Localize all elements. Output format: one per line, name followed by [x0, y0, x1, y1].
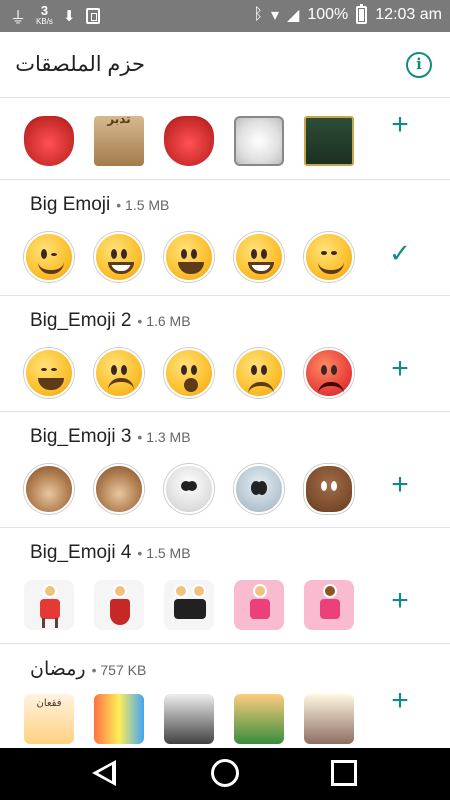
pack-name: Big_Emoji 2 [30, 310, 132, 331]
recents-icon[interactable] [331, 760, 357, 786]
add-pack-button[interactable]: + [386, 586, 414, 616]
sticker-anxious-face [94, 348, 144, 398]
sticker-pack-1[interactable]: تدبر + [0, 98, 450, 180]
sticker-scream-face [164, 348, 214, 398]
sticker-grinning-face [234, 232, 284, 282]
sticker-dancer [94, 580, 144, 630]
home-icon[interactable] [211, 759, 239, 787]
add-pack-button[interactable]: + [386, 686, 414, 716]
pack-size: 1.5 MB [116, 197, 169, 213]
sticker-see-no-evil-monkey [24, 464, 74, 514]
pack-name: Big_Emoji 3 [30, 426, 132, 447]
pack-size: 1.5 MB [137, 545, 190, 561]
pack-size: 757 KB [92, 662, 146, 678]
pack-name: Big Emoji [30, 194, 111, 215]
clock: 12:03 am [375, 6, 442, 23]
sticker-person-ok-gesture [234, 580, 284, 630]
battery-icon [356, 4, 368, 24]
storage-icon [85, 8, 100, 24]
battery-percent: 100% [307, 6, 349, 23]
signal-icon: ◢ [287, 7, 300, 24]
pack-added-check-icon[interactable]: ✓ [386, 240, 414, 268]
app-bar: حزم الملصقات i [0, 32, 450, 98]
sticker-pack-2[interactable]: Big Emoji 1.5 MB ✓ [0, 180, 450, 296]
sticker-quran [304, 116, 354, 166]
sticker-calligraphy [234, 116, 284, 166]
sticker-family [164, 694, 214, 744]
sticker-skull [164, 464, 214, 514]
sticker-tired-face [24, 348, 74, 398]
sticker-pack-5[interactable]: Big_Emoji 4 1.5 MB + [0, 528, 450, 644]
status-bar: ⏚ 3 KB/s ⬇ ᛒ ▾ ◢ 100% 12:03 am [0, 0, 450, 32]
network-speed: 3 KB/s [36, 3, 53, 26]
sticker-pouting-face [304, 348, 354, 398]
back-icon[interactable] [92, 760, 116, 786]
pack-name: رمضان [30, 659, 86, 680]
sticker-pack-4[interactable]: Big_Emoji 3 1.3 MB + [0, 412, 450, 528]
sticker-heart [164, 116, 214, 166]
sticker-ramadan-text: فقعان [24, 694, 74, 744]
download-icon: ⬇ [62, 8, 76, 25]
sticker-wink-face [24, 232, 74, 282]
sticker-alien [234, 464, 284, 514]
sticker-greeting-card [304, 694, 354, 744]
sticker-person-no-gesture [304, 580, 354, 630]
sticker-grin-face [94, 232, 144, 282]
info-icon[interactable]: i [406, 52, 432, 78]
pack-size: 1.3 MB [137, 429, 190, 445]
sticker-angry-face [234, 348, 284, 398]
sticker-candies [94, 694, 144, 744]
sticker-heart [24, 116, 74, 166]
navigation-bar [0, 748, 450, 800]
pack-name: Big_Emoji 4 [30, 542, 132, 563]
sticker-smiley-face [164, 232, 214, 282]
add-pack-button[interactable]: + [386, 354, 414, 384]
wifi-icon: ▾ [271, 7, 280, 24]
sticker-bunny-dancers [164, 580, 214, 630]
sticker-pack-6[interactable]: رمضان 757 KB فقعان + [0, 644, 450, 748]
add-pack-button[interactable]: + [386, 110, 414, 140]
add-pack-button[interactable]: + [386, 470, 414, 500]
sticker-book: تدبر [94, 112, 144, 166]
pack-size: 1.6 MB [137, 313, 190, 329]
usb-icon: ⏚ [10, 10, 27, 27]
sticker-poo [304, 464, 354, 514]
sticker-blush-face [304, 232, 354, 282]
sticker-pack-3[interactable]: Big_Emoji 2 1.6 MB + [0, 296, 450, 412]
sticker-drummer [234, 694, 284, 744]
sticker-speak-no-evil-monkey [94, 464, 144, 514]
page-title: حزم الملصقات [15, 53, 145, 76]
sticker-running-person [24, 580, 74, 630]
bluetooth-icon: ᛒ [253, 6, 264, 23]
